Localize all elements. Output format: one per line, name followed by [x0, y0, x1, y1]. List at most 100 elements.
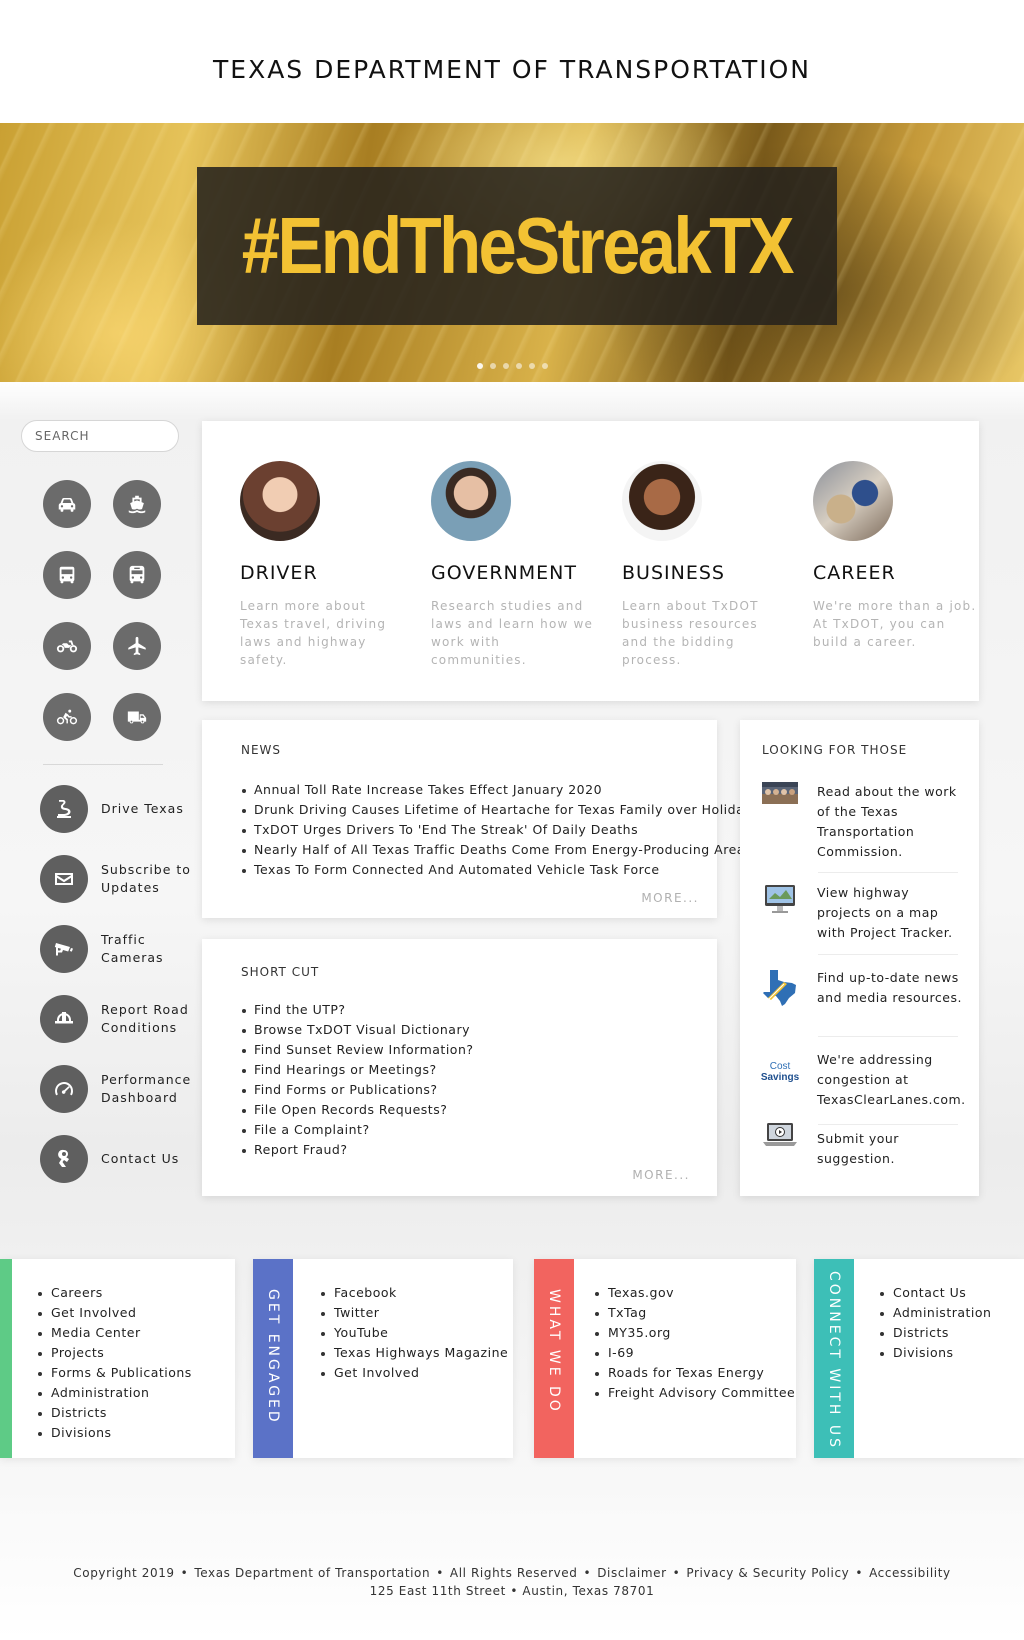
looking-item-text: Submit your suggestion.: [817, 1131, 899, 1166]
cost-savings-label: Cost: [769, 1061, 791, 1072]
shortcut-item[interactable]: File a Complaint?: [240, 1120, 474, 1140]
footer-block-what-we-do: WHAT WE DO Texas.gov TxTag MY35.org I-69…: [534, 1259, 796, 1458]
bicycle-button[interactable]: [43, 693, 91, 741]
ferry-button[interactable]: [113, 480, 161, 528]
footer-link[interactable]: Districts: [36, 1403, 192, 1423]
news-item[interactable]: Drunk Driving Causes Lifetime of Heartac…: [240, 800, 759, 820]
airplane-button[interactable]: [113, 622, 161, 670]
carousel-dot[interactable]: [502, 363, 509, 369]
truck-button[interactable]: [113, 693, 161, 741]
audience-career[interactable]: CAREER We're more than a job. At TxDOT, …: [813, 461, 978, 651]
looking-item-project-tracker[interactable]: View highway projects on a map with Proj…: [761, 883, 967, 943]
ferry-icon: [128, 495, 146, 514]
footer-link[interactable]: Twitter: [319, 1303, 508, 1323]
site-title[interactable]: TEXAS DEPARTMENT OF TRANSPORTATION: [0, 55, 1024, 84]
news-item[interactable]: Nearly Half of All Texas Traffic Deaths …: [240, 840, 759, 860]
footer-block-main: Careers Get Involved Media Center Projec…: [0, 1259, 235, 1458]
looking-item-clear-lanes[interactable]: Cost Savings We're addressing congestion…: [761, 1050, 967, 1110]
carousel-dot[interactable]: [528, 363, 535, 369]
footer-link[interactable]: Divisions: [36, 1423, 192, 1443]
looking-heading: LOOKING FOR THOSE: [762, 743, 908, 757]
quick-link-drive-texas[interactable]: Drive Texas: [40, 785, 200, 833]
separator: •: [180, 1566, 189, 1580]
looking-item-news-media[interactable]: Find up-to-date news and media resources…: [761, 968, 967, 1008]
camera-icon: [40, 925, 88, 973]
news-item[interactable]: Texas To Form Connected And Automated Ve…: [240, 860, 759, 880]
footer-link[interactable]: Forms & Publications: [36, 1363, 192, 1383]
footer-block-get-engaged: GET ENGAGED Facebook Twitter YouTube Tex…: [253, 1259, 513, 1458]
quick-link-contact-us[interactable]: Contact Us: [40, 1135, 200, 1183]
carousel-dot[interactable]: [476, 363, 483, 369]
news-item[interactable]: TxDOT Urges Drivers To 'End The Streak' …: [240, 820, 759, 840]
footer-link[interactable]: Administration: [878, 1303, 991, 1323]
bus-button[interactable]: [43, 551, 91, 599]
hero-banner[interactable]: #EndTheStreakTX: [0, 123, 1024, 382]
truck-icon: [127, 711, 147, 724]
news-more-link[interactable]: MORE...: [641, 891, 699, 905]
commission-photo-icon: [761, 782, 799, 820]
footer-link[interactable]: Divisions: [878, 1343, 991, 1363]
footer-block-title: WHAT WE DO: [546, 1289, 562, 1414]
footer-link[interactable]: Get Involved: [319, 1363, 508, 1383]
accessibility-link[interactable]: Accessibility: [869, 1566, 951, 1580]
privacy-policy-link[interactable]: Privacy & Security Policy: [686, 1566, 849, 1580]
footer-link[interactable]: Media Center: [36, 1323, 192, 1343]
audience-title: CAREER: [813, 562, 896, 584]
quick-link-traffic-cameras[interactable]: Traffic Cameras: [40, 925, 200, 973]
quick-link-performance-dashboard[interactable]: Performance Dashboard: [40, 1065, 200, 1113]
car-icon: [58, 498, 76, 512]
bus-icon: [59, 566, 75, 584]
car-button[interactable]: [43, 480, 91, 528]
texas-map-icon: [761, 968, 799, 1006]
audience-business[interactable]: BUSINESS Learn about TxDOT business reso…: [622, 461, 787, 669]
shortcut-item[interactable]: Report Fraud?: [240, 1140, 474, 1160]
transit-bus-icon: [129, 565, 145, 584]
footer-link[interactable]: Contact Us: [878, 1283, 991, 1303]
quick-link-report-road-conditions[interactable]: Report Road Conditions: [40, 995, 200, 1043]
audience-driver[interactable]: DRIVER Learn more about Texas travel, dr…: [240, 461, 405, 669]
shortcut-item[interactable]: Find Hearings or Meetings?: [240, 1060, 474, 1080]
shortcut-item[interactable]: Find Sunset Review Information?: [240, 1040, 474, 1060]
footer-link[interactable]: Districts: [878, 1323, 991, 1343]
shortcut-item[interactable]: Find the UTP?: [240, 1000, 474, 1020]
shortcut-item[interactable]: File Open Records Requests?: [240, 1100, 474, 1120]
bicycle-icon: [56, 709, 78, 725]
footer-block-title: CONNECT WITH US: [826, 1271, 842, 1450]
footer-link[interactable]: Roads for Texas Energy: [593, 1363, 795, 1383]
quick-link-label: Drive Texas: [101, 801, 184, 816]
footer-link[interactable]: Texas Highways Magazine: [319, 1343, 508, 1363]
transit-bus-button[interactable]: [113, 551, 161, 599]
footer-link[interactable]: TxTag: [593, 1303, 795, 1323]
disclaimer-link[interactable]: Disclaimer: [597, 1566, 666, 1580]
org-link[interactable]: Texas Department of Transportation: [194, 1566, 430, 1580]
search-input[interactable]: [21, 420, 179, 452]
footer-link[interactable]: Projects: [36, 1343, 192, 1363]
footer-link[interactable]: MY35.org: [593, 1323, 795, 1343]
carousel-dot[interactable]: [515, 363, 522, 369]
carousel-dot[interactable]: [541, 363, 548, 369]
quick-link-label: Performance Dashboard: [101, 1072, 192, 1105]
footer-link[interactable]: Freight Advisory Committee: [593, 1383, 795, 1403]
footer-link[interactable]: Careers: [36, 1283, 192, 1303]
audience-card: DRIVER Learn more about Texas travel, dr…: [202, 421, 979, 701]
shortcut-item[interactable]: Find Forms or Publications?: [240, 1080, 474, 1100]
footer-link[interactable]: YouTube: [319, 1323, 508, 1343]
footer-link[interactable]: Get Involved: [36, 1303, 192, 1323]
footer-block-color-bar: CONNECT WITH US: [814, 1259, 854, 1458]
audience-government[interactable]: GOVERNMENT Research studies and laws and…: [431, 461, 596, 669]
footer-link[interactable]: Facebook: [319, 1283, 508, 1303]
news-item[interactable]: Annual Toll Rate Increase Takes Effect J…: [240, 780, 759, 800]
motorcycle-button[interactable]: [43, 622, 91, 670]
footer-link[interactable]: I-69: [593, 1343, 795, 1363]
audience-title: GOVERNMENT: [431, 562, 577, 584]
quick-link-subscribe[interactable]: Subscribe to Updates: [40, 855, 200, 903]
looking-item-suggestion[interactable]: Submit your suggestion.: [761, 1120, 967, 1169]
footer-link[interactable]: Administration: [36, 1383, 192, 1403]
looking-item-commission[interactable]: Read about the work of the Texas Transpo…: [761, 782, 967, 862]
shortcut-list: Find the UTP? Browse TxDOT Visual Dictio…: [240, 1000, 474, 1160]
shortcut-more-link[interactable]: MORE...: [632, 1168, 690, 1182]
footer-link[interactable]: Texas.gov: [593, 1283, 795, 1303]
shortcut-item[interactable]: Browse TxDOT Visual Dictionary: [240, 1020, 474, 1040]
carousel-dot[interactable]: [489, 363, 496, 369]
address-line: 125 East 11th Street • Austin, Texas 787…: [369, 1584, 655, 1598]
